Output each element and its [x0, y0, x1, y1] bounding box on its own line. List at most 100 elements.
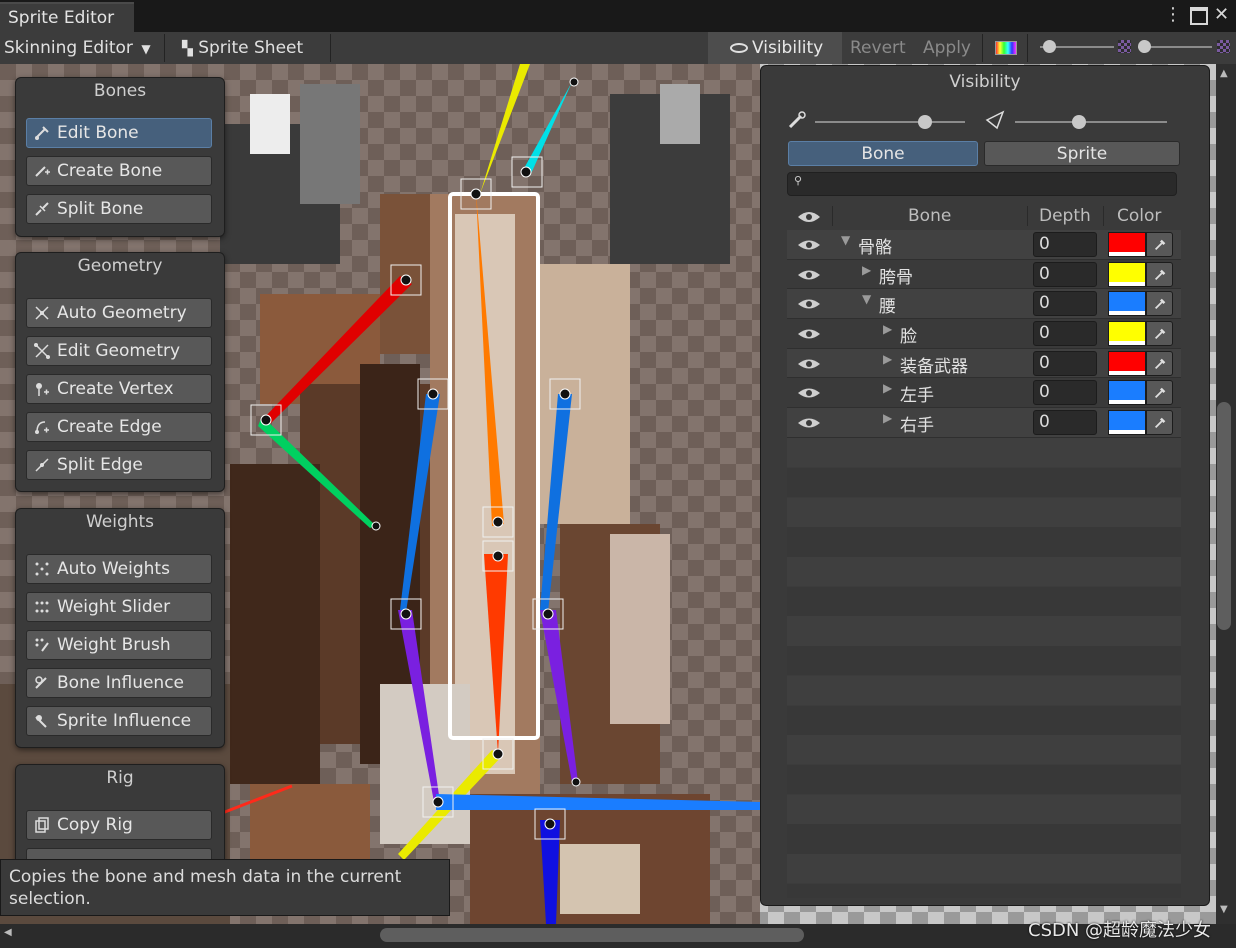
edit-bone-button[interactable]: Edit Bone [26, 118, 212, 148]
sprite-opacity-knob[interactable] [1071, 115, 1086, 129]
bone-color-swatch[interactable] [1108, 291, 1146, 317]
depth-field[interactable]: 0 [1033, 291, 1097, 317]
vertical-scrollbar[interactable]: ▲ ▼ [1216, 64, 1236, 924]
color-toggle-icon[interactable] [995, 41, 1017, 55]
sprite-opacity-slider[interactable] [1015, 121, 1167, 123]
bone-row[interactable]: ▼ 腰 0 [787, 289, 1181, 320]
maximize-icon[interactable] [1190, 7, 1208, 25]
bone-color-swatch[interactable] [1108, 380, 1146, 406]
revert-button[interactable]: Revert [850, 32, 906, 64]
eye-icon[interactable] [797, 358, 821, 370]
bone-color-swatch[interactable] [1108, 321, 1146, 347]
scroll-left-icon[interactable]: ◀ [4, 927, 12, 938]
bone-color-swatch[interactable] [1108, 232, 1146, 257]
weight-slider-button[interactable]: Weight Slider [26, 592, 212, 622]
depth-field[interactable]: 0 [1033, 232, 1097, 257]
collapsed-arrow-icon[interactable]: ▶ [883, 352, 892, 366]
bone-opacity-slider[interactable] [815, 121, 965, 123]
split-edge-button[interactable]: Split Edge [26, 450, 212, 480]
search-field[interactable]: ⚲ [787, 172, 1177, 196]
eye-icon[interactable] [797, 387, 821, 399]
eye-icon[interactable] [797, 210, 821, 224]
weight-brush-label: Weight Brush [57, 635, 171, 655]
bone-name: 装备武器 [900, 356, 968, 377]
create-edge-button[interactable]: Create Edge [26, 412, 212, 442]
expanded-arrow-icon[interactable]: ▼ [841, 233, 850, 247]
sprite-influence-button[interactable]: Sprite Influence [26, 706, 212, 736]
depth-field[interactable]: 0 [1033, 261, 1097, 287]
bone-row[interactable]: ▼ 骨骼 0 [787, 230, 1181, 260]
eyedropper-button[interactable] [1146, 321, 1173, 347]
search-input[interactable] [808, 174, 1172, 194]
tab-sprite[interactable]: Sprite [984, 141, 1180, 166]
eyedropper-button[interactable] [1146, 410, 1173, 436]
close-icon[interactable]: ✕ [1214, 4, 1229, 25]
depth-field[interactable]: 0 [1033, 321, 1097, 347]
eye-icon[interactable] [797, 239, 821, 251]
alpha-slider-knob[interactable] [1138, 40, 1151, 53]
eye-icon [730, 43, 748, 53]
eyedropper-button[interactable] [1146, 350, 1173, 376]
eye-icon[interactable] [797, 417, 821, 429]
eyedropper-icon [1155, 239, 1166, 250]
rig-panel-title: Rig [106, 768, 134, 788]
tooltip: Copies the bone and mesh data in the cur… [0, 859, 450, 916]
toolbar-divider [164, 34, 165, 62]
eyedropper-button[interactable] [1146, 291, 1173, 317]
create-vertex-button[interactable]: Create Vertex [26, 374, 212, 404]
column-color[interactable]: Color [1117, 206, 1161, 226]
bone-opacity-knob[interactable] [917, 115, 932, 129]
collapsed-arrow-icon[interactable]: ▶ [883, 411, 892, 425]
sprite-sheet-button[interactable]: ▚ Sprite Sheet [182, 32, 303, 64]
depth-field[interactable]: 0 [1033, 380, 1097, 406]
search-icon: ⚲ [794, 174, 803, 187]
apply-button[interactable]: Apply [923, 32, 971, 64]
split-bone-button[interactable]: Split Bone [26, 194, 212, 224]
bone-row[interactable]: ▶ 脸 0 [787, 319, 1181, 349]
collapsed-arrow-icon[interactable]: ▶ [862, 263, 871, 277]
toolbar-divider [330, 34, 331, 62]
eyedropper-button[interactable] [1146, 380, 1173, 406]
depth-field[interactable]: 0 [1033, 410, 1097, 436]
auto-weights-button[interactable]: Auto Weights [26, 554, 212, 584]
bone-color-swatch[interactable] [1108, 261, 1146, 287]
bone-name: 腰 [879, 297, 896, 318]
eye-icon[interactable] [797, 298, 821, 310]
visibility-button[interactable]: Visibility [708, 32, 842, 64]
bone-row[interactable]: ▶ 右手 0 [787, 408, 1181, 438]
column-depth[interactable]: Depth [1039, 206, 1091, 226]
skinning-editor-dropdown[interactable]: Skinning Editor ▼ [4, 32, 151, 64]
bone-row[interactable]: ▶ 左手 0 [787, 378, 1181, 409]
copy-rig-button[interactable]: Copy Rig [26, 810, 212, 840]
tab-sprite-editor[interactable]: Sprite Editor [0, 2, 134, 32]
collapsed-arrow-icon[interactable]: ▶ [883, 322, 892, 336]
vertical-scroll-thumb[interactable] [1217, 402, 1231, 630]
eye-icon[interactable] [797, 269, 821, 281]
scroll-down-icon[interactable]: ▼ [1220, 904, 1228, 915]
column-bone[interactable]: Bone [908, 206, 951, 226]
kebab-menu-icon[interactable]: ⋮ [1164, 4, 1182, 25]
bone-influence-button[interactable]: Bone Influence [26, 668, 212, 698]
zoom-slider-knob[interactable] [1043, 40, 1056, 53]
scroll-up-icon[interactable]: ▲ [1220, 68, 1228, 79]
horizontal-scroll-thumb[interactable] [380, 928, 804, 942]
depth-field[interactable]: 0 [1033, 350, 1097, 376]
weight-brush-button[interactable]: Weight Brush [26, 630, 212, 660]
weight-slider-label: Weight Slider [57, 597, 171, 617]
eyedropper-button[interactable] [1146, 261, 1173, 287]
eyedropper-icon [1155, 388, 1166, 399]
collapsed-arrow-icon[interactable]: ▶ [883, 381, 892, 395]
bone-color-swatch[interactable] [1108, 410, 1146, 436]
expanded-arrow-icon[interactable]: ▼ [862, 292, 871, 306]
bone-color-swatch[interactable] [1108, 350, 1146, 376]
geometry-panel-title: Geometry [77, 256, 163, 276]
bone-row[interactable]: ▶ 装备武器 0 [787, 348, 1181, 379]
split-edge-icon [35, 458, 49, 472]
edit-geometry-button[interactable]: Edit Geometry [26, 336, 212, 366]
create-bone-button[interactable]: Create Bone [26, 156, 212, 186]
bone-row[interactable]: ▶ 胯骨 0 [787, 259, 1181, 290]
eye-icon[interactable] [797, 328, 821, 340]
eyedropper-button[interactable] [1146, 232, 1173, 257]
tab-bone[interactable]: Bone [788, 141, 978, 166]
auto-geometry-button[interactable]: Auto Geometry [26, 298, 212, 328]
